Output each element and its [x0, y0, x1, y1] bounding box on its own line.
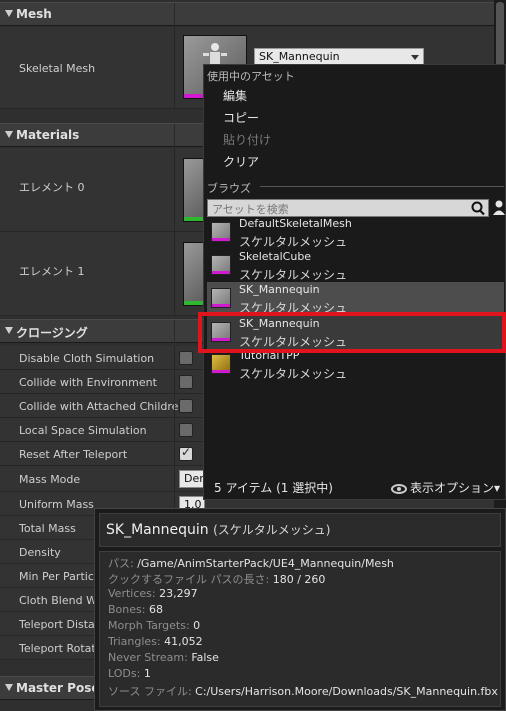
menu-item-edit[interactable]: 編集 [223, 87, 247, 104]
material-thumbnail[interactable] [183, 158, 205, 222]
tooltip-line: パス: /Game/AnimStarterPack/UE4_Mannequin/… [108, 557, 394, 570]
combo-value: SK_Mannequin [259, 50, 340, 63]
collide-env-checkbox[interactable] [179, 375, 193, 389]
property-label: Collide with Environment [19, 376, 157, 389]
tooltip-line: Vertices: 23,297 [108, 587, 198, 600]
asset-picker-dropdown: 使用中のアセット 編集 コピー 貼り付け クリア ブラウズ アセットを検索 De… [203, 64, 506, 500]
property-label: Disable Cloth Simulation [19, 352, 155, 365]
chevron-down-icon [411, 55, 419, 60]
mass-mode-combo[interactable]: Den [179, 470, 205, 488]
asset-type: スケルタルメッシュ [239, 268, 348, 282]
category-label: Materials [16, 128, 80, 142]
user-filter-icon[interactable] [492, 199, 506, 217]
property-label: Teleport Distar [19, 618, 100, 631]
asset-name: SK_Mannequin [239, 283, 320, 296]
property-label: Local Space Simulation [19, 424, 147, 437]
property-label: Mass Mode [19, 473, 81, 486]
asset-search-input[interactable]: アセットを検索 [207, 199, 489, 217]
menu-item-paste[interactable]: 貼り付け [223, 131, 271, 148]
asset-name: SkeletalCube [239, 250, 312, 263]
asset-list-item[interactable]: SkeletalCube スケルタルメッシュ [207, 249, 504, 282]
browse-header: ブラウズ [207, 182, 251, 195]
item-count: 5 アイテム (1 選択中) [214, 481, 333, 495]
reset-teleport-checkbox[interactable] [179, 445, 193, 461]
eye-icon [390, 483, 407, 494]
property-label: Teleport Rotati [19, 642, 99, 655]
property-label: エレメント 0 [19, 181, 85, 194]
disable-cloth-checkbox[interactable] [179, 351, 193, 365]
tooltip-line: ソース ファイル: C:/Users/Harrison.Moore/Downlo… [108, 685, 498, 698]
tooltip-asset-name: SK_Mannequin [106, 522, 209, 538]
category-label: Master Pose [16, 681, 100, 695]
property-label: Collide with Attached Children [19, 400, 186, 413]
current-asset-header: 使用中のアセット [207, 70, 295, 83]
category-label: Mesh [16, 7, 52, 21]
tooltip-line: LODs: 1 [108, 667, 151, 680]
skeletal-mesh-icon [211, 222, 231, 242]
view-options-button[interactable]: 表示オプション▾ [390, 479, 500, 496]
skeletal-mesh-icon [211, 255, 231, 275]
property-label: Density [19, 546, 61, 559]
search-placeholder: アセットを検索 [212, 203, 289, 216]
material-thumbnail[interactable] [183, 242, 205, 306]
asset-name: DefaultSkeletalMesh [239, 217, 352, 230]
property-label: Skeletal Mesh [19, 62, 96, 75]
tooltip-title: SK_Mannequin (スケルタルメッシュ) [106, 521, 330, 538]
asset-type: スケルタルメッシュ [239, 367, 348, 381]
collapse-arrow-icon[interactable] [5, 131, 13, 138]
skeletal-mesh-icon [211, 354, 231, 374]
tooltip-asset-type: (スケルタルメッシュ) [213, 523, 331, 537]
property-label: Min Per Particl [19, 570, 97, 583]
skeletal-mesh-icon [211, 288, 231, 308]
search-icon[interactable] [470, 201, 486, 216]
local-space-checkbox[interactable] [179, 423, 193, 437]
asset-tooltip: SK_Mannequin (スケルタルメッシュ) パス: /Game/AnimS… [94, 508, 506, 711]
asset-type: スケルタルメッシュ [239, 235, 348, 249]
collapse-arrow-icon[interactable] [5, 327, 13, 334]
selection-highlight-box [198, 312, 506, 353]
tooltip-header: SK_Mannequin (スケルタルメッシュ) [99, 513, 501, 547]
asset-list-item[interactable]: SK_Mannequin スケルタルメッシュ [207, 282, 504, 315]
property-label: Cloth Blend We [19, 594, 104, 607]
menu-item-clear[interactable]: クリア [223, 153, 259, 170]
property-label: Reset After Teleport [19, 448, 128, 461]
collide-children-checkbox[interactable] [179, 399, 193, 413]
tooltip-line: Triangles: 41,052 [108, 635, 203, 648]
tooltip-line: Bones: 68 [108, 603, 163, 616]
tooltip-body: パス: /Game/AnimStarterPack/UE4_Mannequin/… [99, 551, 501, 707]
tooltip-line: Never Stream: False [108, 651, 219, 664]
tooltip-line: クックするファイル パスの長さ: 180 / 260 [108, 573, 326, 586]
property-label: エレメント 1 [19, 265, 85, 278]
collapse-arrow-icon[interactable] [5, 684, 13, 691]
collapse-arrow-icon[interactable] [5, 10, 13, 17]
view-options-label: 表示オプション▾ [409, 481, 500, 495]
asset-list-item[interactable]: DefaultSkeletalMesh スケルタルメッシュ [207, 216, 504, 249]
section-divider [260, 186, 504, 187]
menu-item-copy[interactable]: コピー [223, 109, 259, 126]
property-label: Total Mass [19, 522, 76, 535]
property-label: Uniform Mass [19, 498, 94, 511]
category-mesh[interactable]: Mesh [0, 2, 494, 27]
category-label: クロージング [16, 326, 88, 340]
tooltip-line: Morph Targets: 0 [108, 619, 201, 632]
